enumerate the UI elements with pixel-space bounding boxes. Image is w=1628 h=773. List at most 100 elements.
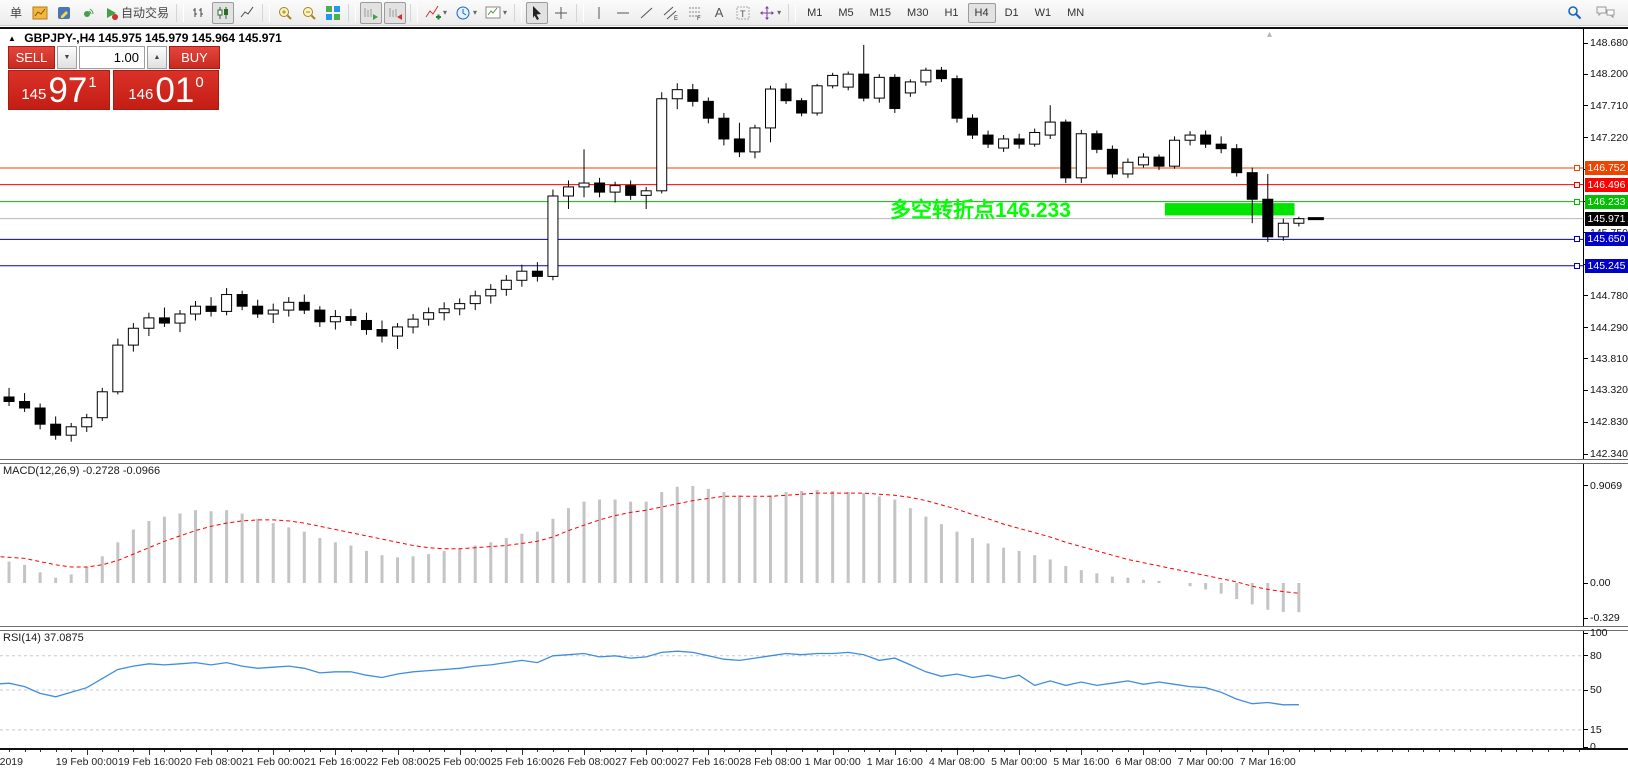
candlestick-chart-icon[interactable] bbox=[212, 2, 234, 24]
autotrading-button[interactable]: 自动交易 bbox=[101, 2, 172, 24]
periods-icon[interactable]: ▾ bbox=[452, 2, 480, 24]
price-tick-label: 144.780 bbox=[1590, 290, 1628, 302]
price-level-tag[interactable]: 145.650 bbox=[1585, 232, 1628, 246]
time-tick-minor bbox=[1439, 750, 1440, 752]
timeframe-m5[interactable]: M5 bbox=[831, 3, 860, 23]
time-tick-minor bbox=[1392, 750, 1393, 752]
price-level-tag[interactable]: 145.971 bbox=[1585, 212, 1628, 226]
templates-icon[interactable]: ▾ bbox=[482, 2, 510, 24]
price-level-tag[interactable]: 145.245 bbox=[1585, 259, 1628, 273]
buy-price-panel[interactable]: 146 01 0 bbox=[113, 70, 219, 110]
collapse-panel-icon[interactable]: ▲ bbox=[8, 34, 16, 43]
label-icon[interactable]: T bbox=[732, 2, 754, 24]
rsi-panel-separator[interactable] bbox=[0, 626, 1628, 631]
toolbar-separator bbox=[348, 4, 356, 22]
timeframe-m15[interactable]: M15 bbox=[863, 3, 898, 23]
volume-up-button[interactable]: ▲ bbox=[147, 46, 167, 69]
axis-tick bbox=[1583, 633, 1588, 634]
sell-price-panel[interactable]: 145 97 1 bbox=[8, 70, 110, 110]
zoom-out-icon[interactable] bbox=[298, 2, 320, 24]
axis-tick bbox=[1583, 327, 1588, 328]
chevron-down-icon[interactable]: ▾ bbox=[777, 8, 781, 17]
axis-tick bbox=[1583, 618, 1588, 619]
macd-panel-separator[interactable] bbox=[0, 459, 1628, 464]
timeframe-m1[interactable]: M1 bbox=[800, 3, 829, 23]
volume-down-button[interactable]: ▼ bbox=[57, 46, 77, 69]
time-tick-minor bbox=[910, 750, 911, 752]
fibonacci-icon[interactable]: F bbox=[684, 2, 706, 24]
time-axis-label: 19 Feb 00:00 bbox=[56, 756, 118, 768]
level-handle[interactable] bbox=[1574, 263, 1580, 269]
buy-button[interactable]: BUY bbox=[169, 46, 220, 69]
rsi-pane[interactable] bbox=[0, 630, 1583, 748]
level-handle[interactable] bbox=[1574, 236, 1580, 242]
bar-chart-icon[interactable] bbox=[188, 2, 210, 24]
time-tick-minor bbox=[615, 750, 616, 752]
time-tick-minor bbox=[444, 750, 445, 752]
price-level-tag[interactable]: 146.496 bbox=[1585, 178, 1628, 192]
timeframe-h1[interactable]: H1 bbox=[937, 3, 965, 23]
metaeditor-icon[interactable] bbox=[53, 2, 75, 24]
time-tick-minor bbox=[102, 750, 103, 752]
chart-window-icon[interactable] bbox=[29, 2, 51, 24]
auto-scroll-icon[interactable] bbox=[360, 2, 382, 24]
axis-tick bbox=[1583, 729, 1588, 730]
zoom-in-icon[interactable] bbox=[274, 2, 296, 24]
chevron-down-icon[interactable]: ▾ bbox=[503, 8, 507, 17]
symbol-header[interactable]: ▲ GBPJPY-,H4 145.975 145.979 145.964 145… bbox=[8, 31, 282, 45]
time-tick-minor bbox=[1330, 750, 1331, 752]
time-tick-minor bbox=[133, 750, 134, 752]
price-level-tag[interactable]: 146.752 bbox=[1585, 161, 1628, 175]
time-tick-minor bbox=[693, 750, 694, 752]
highlight-rectangle[interactable] bbox=[1165, 203, 1295, 215]
horizontal-line-icon[interactable] bbox=[612, 2, 634, 24]
price-tick-label: 142.340 bbox=[1590, 448, 1628, 460]
text-icon[interactable]: A bbox=[708, 2, 730, 24]
time-tick-minor bbox=[1501, 750, 1502, 752]
chevron-up-icon[interactable]: ▴ bbox=[1267, 29, 1272, 40]
tile-windows-icon[interactable] bbox=[322, 2, 344, 24]
price-level-tag[interactable]: 146.233 bbox=[1585, 195, 1628, 209]
main-chart-pane[interactable] bbox=[0, 30, 1583, 460]
crosshair-icon[interactable] bbox=[550, 2, 572, 24]
timeframe-mn[interactable]: MN bbox=[1060, 3, 1091, 23]
level-handle[interactable] bbox=[1574, 182, 1580, 188]
new-order-button[interactable]: 单 bbox=[5, 2, 27, 24]
cursor-icon[interactable] bbox=[526, 2, 548, 24]
time-tick-minor bbox=[1190, 750, 1191, 752]
timeframe-d1[interactable]: D1 bbox=[998, 3, 1026, 23]
price-tick-label: 147.710 bbox=[1590, 100, 1628, 112]
volume-input[interactable] bbox=[79, 46, 145, 69]
vertical-line-icon[interactable] bbox=[588, 2, 610, 24]
timeframe-w1[interactable]: W1 bbox=[1028, 3, 1059, 23]
timeframe-m30[interactable]: M30 bbox=[900, 3, 935, 23]
time-tick-minor bbox=[1252, 750, 1253, 752]
time-tick-minor bbox=[600, 750, 601, 752]
chat-icon[interactable] bbox=[1593, 2, 1618, 24]
time-axis[interactable]: 18 Feb 201919 Feb 00:0019 Feb 16:0020 Fe… bbox=[0, 750, 1628, 773]
chart-shift-icon[interactable] bbox=[384, 2, 406, 24]
price-tick-label: 147.220 bbox=[1590, 132, 1628, 144]
shapes-icon[interactable]: ▾ bbox=[756, 2, 784, 24]
search-icon[interactable] bbox=[1563, 2, 1586, 24]
rsi-chart bbox=[0, 630, 1583, 748]
time-tick-minor bbox=[1004, 750, 1005, 752]
macd-pane[interactable] bbox=[0, 463, 1583, 627]
line-chart-icon[interactable] bbox=[236, 2, 258, 24]
level-handle[interactable] bbox=[1574, 165, 1580, 171]
chevron-down-icon[interactable]: ▾ bbox=[443, 8, 447, 17]
time-tick-minor bbox=[1485, 750, 1486, 752]
channel-icon[interactable]: E bbox=[660, 2, 682, 24]
sell-button[interactable]: SELL bbox=[8, 46, 55, 69]
time-tick-minor bbox=[258, 750, 259, 752]
indicators-icon[interactable]: ▾ bbox=[422, 2, 450, 24]
toolbar-separator bbox=[176, 4, 184, 22]
timeframe-h4[interactable]: H4 bbox=[968, 3, 996, 23]
chevron-down-icon[interactable]: ▾ bbox=[473, 8, 477, 17]
level-handle[interactable] bbox=[1574, 199, 1580, 205]
chart-top-border bbox=[0, 27, 1628, 29]
time-tick-minor bbox=[1112, 750, 1113, 752]
time-tick-minor bbox=[802, 750, 803, 752]
signals-icon[interactable] bbox=[77, 2, 99, 24]
trendline-icon[interactable] bbox=[636, 2, 658, 24]
